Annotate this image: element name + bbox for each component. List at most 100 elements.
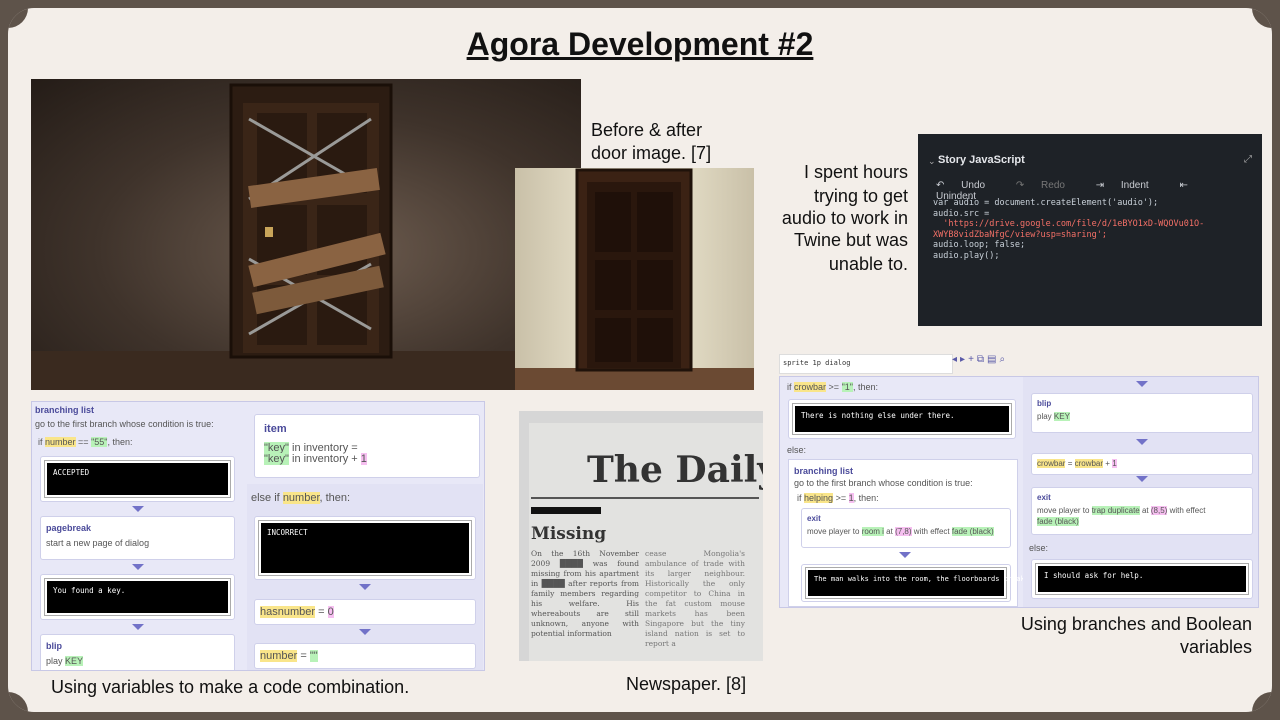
variables-caption: Using variables to make a code combinati…: [51, 677, 410, 697]
masthead-rule: [531, 497, 759, 499]
dialog-card-found-key[interactable]: You found a key.: [40, 574, 235, 620]
arrow-down-icon: [1136, 439, 1148, 445]
undo-label: Undo: [961, 180, 986, 191]
corner-bottom-right: [1252, 692, 1272, 712]
chevron-down-icon[interactable]: ⌄: [928, 156, 936, 167]
story-javascript-editor: ⌄ Story JavaScript ⤢ ↶ Undo ↷ Redo ⇥ Ind…: [918, 134, 1262, 326]
code-line-3: 'https://drive.google.com/file/d/1eBYO1x…: [933, 219, 1205, 229]
redo-button[interactable]: ↷ Redo: [1016, 180, 1079, 191]
exit2-room: trap duplicate: [1091, 506, 1140, 515]
term-incorrect-text: INCORRECT: [267, 528, 308, 537]
if-helping-condition: if helping >= 1, then:: [797, 493, 879, 503]
exit2-effect: with effect: [1169, 506, 1206, 515]
expand-icon[interactable]: ⤢: [1244, 154, 1252, 165]
assign-crowbar-var: crowbar: [1037, 459, 1066, 468]
item-line2-rest: in inventory +: [292, 453, 358, 465]
arrow-down-icon: [132, 506, 144, 512]
exit-desc1: move player to: [807, 527, 860, 536]
slide-title: Agora Development #2: [466, 26, 814, 62]
add-icon[interactable]: +: [968, 354, 977, 365]
terminal-nothing: There is nothing else under there.: [792, 403, 1012, 435]
else2-label: else:: [1029, 543, 1049, 553]
blip-right-key: KEY: [1053, 412, 1070, 421]
exit2-desc: move player to trap duplicate at (8,5) w…: [1037, 506, 1205, 515]
corner-bottom-left: [8, 692, 28, 712]
nested-branching-card[interactable]: branching list go to the first branch wh…: [788, 459, 1037, 607]
exit-coords: (7,8): [895, 527, 912, 536]
exit2-title: exit: [1037, 493, 1051, 502]
item-card[interactable]: item "key" in inventory = "key" in inven…: [254, 414, 480, 478]
sprite-name: sprite 1p dialog: [783, 359, 851, 367]
exit2-coords: (8,5): [1150, 506, 1168, 515]
newspaper-caption: Newspaper. [8]: [626, 674, 747, 694]
assign-crowbar-var2: crowbar: [1074, 459, 1104, 468]
assign-crowbar-card[interactable]: crowbar = crowbar + 1: [1031, 453, 1253, 475]
sprite-toolbar: sprite 1p dialog: [779, 354, 953, 374]
arrow-down-icon: [132, 564, 144, 570]
branching-desc: go to the first branch whose condition i…: [35, 419, 214, 429]
term-found-text: You found a key.: [53, 586, 126, 595]
branches-script-panel: if crowbar >= "1", then: There is nothin…: [779, 376, 1259, 608]
exit-title: exit: [807, 514, 821, 523]
term-help-text: I should ask for help.: [1044, 571, 1144, 580]
undo-button[interactable]: ↶ Undo: [936, 180, 999, 191]
r-if2-op: >=: [835, 493, 847, 503]
if-crowbar-condition: if crowbar >= "1", then:: [787, 382, 878, 392]
blip-card-right[interactable]: blip play KEY: [1031, 393, 1253, 433]
assign-number-card[interactable]: number = "": [254, 643, 476, 669]
slide: Agora Development #2 Before & after door…: [8, 8, 1272, 712]
redaction-bar: [531, 507, 601, 514]
dialog-card-help[interactable]: I should ask for help.: [1031, 559, 1253, 599]
item-line2: "key" in inventory + 1: [264, 453, 367, 465]
sprite-toolbar-icons: ◂▸+⧉▤⌕: [952, 354, 1040, 374]
audio-note-line1: I spent hours: [803, 162, 908, 182]
copy-icon[interactable]: ⧉: [977, 354, 987, 365]
assign1-eq: =: [318, 606, 325, 618]
assign-hasnumber-card[interactable]: hasnumber = 0: [254, 599, 476, 625]
else-if-block: else if number, then: INCORRECT hasnumbe…: [247, 484, 483, 670]
if-condition: if number == "55", then:: [38, 437, 133, 447]
pagebreak-card[interactable]: pagebreak start a new page of dialog: [40, 516, 235, 560]
delete-icon[interactable]: ▤: [987, 354, 999, 365]
exit-card-trap[interactable]: exit move player to trap duplicate at (8…: [1031, 487, 1253, 535]
terminal-incorrect: INCORRECT: [258, 520, 472, 576]
arrow-down-icon: [1136, 476, 1148, 482]
indent-button[interactable]: ⇥ Indent: [1096, 180, 1163, 191]
newspaper-image: The Daily W Missing On the 16th November…: [519, 411, 763, 661]
exit-card-room[interactable]: exit move player to room i at (7,8) with…: [801, 508, 1011, 548]
dialog-card-incorrect[interactable]: INCORRECT: [254, 516, 476, 580]
dialog-card-nothing[interactable]: There is nothing else under there.: [788, 399, 1016, 439]
assign-crowbar-num: 1: [1112, 459, 1117, 468]
r-if2-suffix: , then:: [853, 493, 879, 503]
corner-top-left: [8, 8, 28, 28]
exit2-at: at: [1141, 506, 1149, 515]
newspaper-masthead: The Daily W: [587, 449, 763, 491]
prev-icon[interactable]: ◂: [952, 354, 960, 365]
blip-key: KEY: [65, 656, 84, 666]
arrow-down-icon: [132, 624, 144, 630]
else-if-prefix: else if: [251, 492, 280, 504]
assign-crowbar: crowbar = crowbar + 1: [1037, 459, 1117, 468]
blip-card[interactable]: blip play KEY: [40, 634, 235, 670]
exit-desc: move player to room i at (7,8) with effe…: [807, 527, 994, 536]
branching-title: branching list: [35, 405, 95, 415]
assign2-eq: =: [300, 650, 307, 662]
assign-number: number = "": [260, 650, 318, 662]
dialog-card-accepted[interactable]: ACCEPTED: [40, 456, 235, 502]
newspaper-headline: Missing: [531, 524, 607, 544]
r-if2-var: helping: [804, 493, 834, 503]
exit2-desc1: move player to: [1037, 506, 1090, 515]
code-area[interactable]: var audio = document.createElement('audi…: [933, 198, 1204, 261]
code-line-5: audio.loop; false;: [933, 240, 1026, 250]
else-label: else:: [787, 445, 807, 455]
dialog-card-walks[interactable]: The man walks into the room, the floorbo…: [801, 564, 1037, 602]
door-caption-line2: door image. [7]: [591, 143, 712, 163]
exit2-fade: fade (black): [1037, 517, 1079, 526]
next-icon[interactable]: ▸: [960, 354, 968, 365]
nested-branching-title: branching list: [794, 466, 854, 476]
search-icon[interactable]: ⌕: [1000, 354, 1009, 365]
exit-room: room i: [861, 527, 884, 536]
blip-desc: play KEY: [46, 656, 84, 666]
item-title: item: [264, 423, 287, 435]
if-var: number: [45, 437, 76, 447]
